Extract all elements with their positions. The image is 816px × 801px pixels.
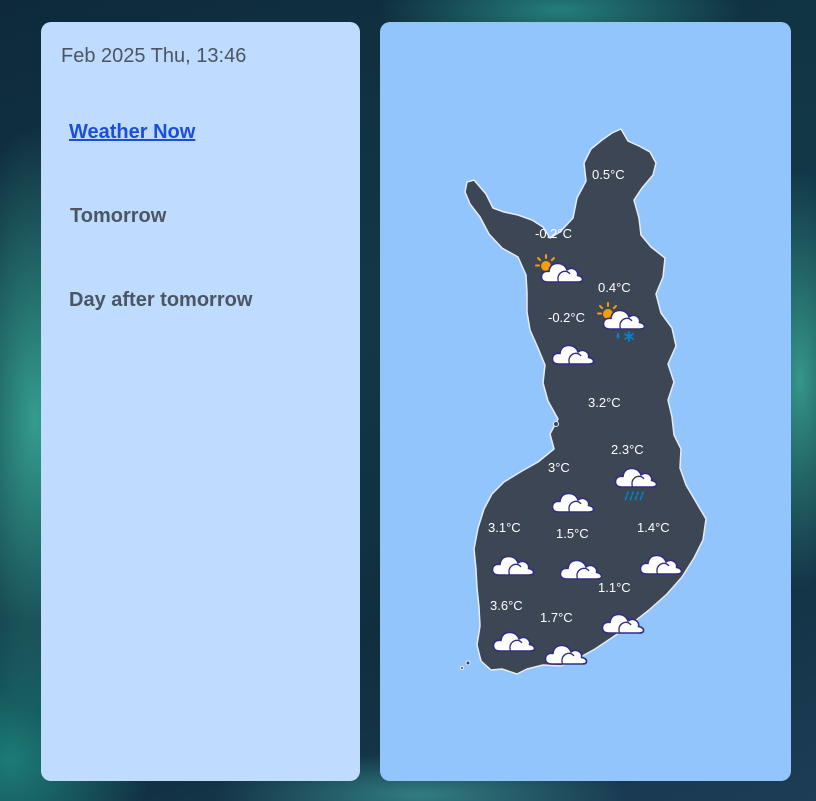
current-datetime: Feb 2025 Thu, 13:46 — [61, 45, 247, 67]
temp-label: -0.2°C — [548, 310, 585, 325]
island — [465, 660, 471, 666]
temp-label: 1.7°C — [540, 610, 573, 625]
temp-label: 0.5°C — [592, 167, 625, 182]
nav-day-after-tomorrow[interactable]: Day after tomorrow — [69, 289, 252, 312]
temp-label: 1.4°C — [637, 520, 670, 535]
temp-label: 3°C — [548, 460, 570, 475]
temp-label: 3.2°C — [588, 395, 621, 410]
temp-label: 3.1°C — [488, 520, 521, 535]
temp-label: -0.2°C — [535, 226, 572, 241]
finland-landmass — [464, 128, 707, 675]
temp-label: 1.1°C — [598, 580, 631, 595]
island — [553, 421, 559, 427]
nav-tomorrow[interactable]: Tomorrow — [70, 205, 166, 228]
temp-label: 1.5°C — [556, 526, 589, 541]
map-panel: 0.5°C -0.2°C 0.4°C -0.2°C 3.2°C 2.3°C 3°… — [380, 22, 791, 781]
temp-label: 2.3°C — [611, 442, 644, 457]
sidebar: Feb 2025 Thu, 13:46 Weather Now Tomorrow… — [41, 22, 360, 781]
temp-label: 0.4°C — [598, 280, 631, 295]
finland-weather-map: 0.5°C -0.2°C 0.4°C -0.2°C 3.2°C 2.3°C 3°… — [460, 128, 707, 675]
temp-label: 3.6°C — [490, 598, 523, 613]
nav-weather-now[interactable]: Weather Now — [69, 121, 195, 144]
island — [460, 666, 464, 670]
